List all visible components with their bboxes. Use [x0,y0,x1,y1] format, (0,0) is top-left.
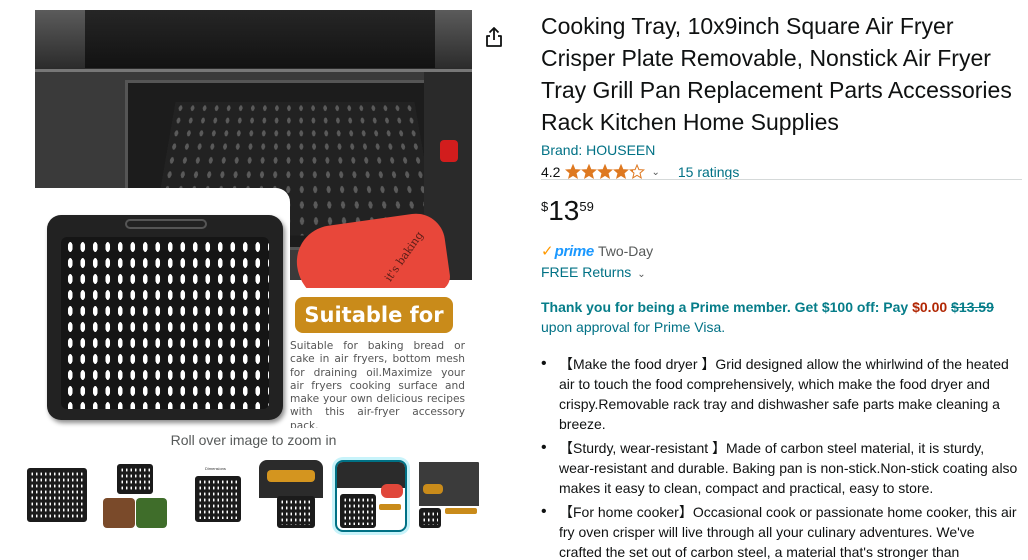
promo-lead: Thank you for being a Prime member. Get … [541,299,913,315]
star-icon [565,164,582,179]
feature-bullet: 【Make the food dryer 】Grid designed allo… [541,354,1021,434]
prime-delivery: ✓ prime Two-Day [541,242,654,261]
star-icon [613,164,630,179]
delivery-speed: Two-Day [597,243,654,259]
share-icon[interactable] [484,26,504,48]
thumbnail-2[interactable] [103,460,167,532]
thumbnail-6[interactable] [415,460,481,532]
price: $ 13 59 [541,194,594,228]
prime-visa-promo: Thank you for being a Prime member. Get … [541,297,1011,337]
chevron-down-icon[interactable]: ⌄ [651,167,659,178]
prime-visa-link[interactable]: upon approval for Prime Visa. [541,319,725,335]
returns-label: FREE Returns [541,264,632,280]
brand-link[interactable]: Brand: HOUSEEN [541,142,1021,158]
price-currency: $ [541,199,549,214]
free-returns-link[interactable]: FREE Returns ⌄ [541,264,664,280]
zoom-hint: Roll over image to zoom in [170,432,337,448]
image-description: Suitable for baking bread or cake in air… [290,340,465,428]
rating-value: 4.2 [541,164,561,180]
feature-bullet: 【Sturdy, wear-resistant 】Made of carbon … [541,438,1021,498]
prime-check-icon: ✓ [541,243,554,260]
thumbnail-4[interactable] [259,460,323,532]
thumbnail-5-selected[interactable] [335,460,407,532]
promo-original-price: $13.59 [951,299,994,315]
star-icon [597,164,614,179]
chevron-down-icon: ⌄ [637,269,646,280]
divider [541,179,1022,180]
thumbnail-3-dimensions[interactable]: Dimensions [181,460,245,532]
thumbnail-1[interactable] [25,460,89,532]
star-icon [581,164,598,179]
product-details: Cooking Tray, 10x9inch Square Air Fryer … [541,10,1021,182]
price-whole: 13 [548,195,580,226]
prime-logo: prime [554,242,595,260]
oven-knob [440,140,458,162]
ratings-count-link[interactable]: 15 ratings [678,164,739,180]
product-title: Cooking Tray, 10x9inch Square Air Fryer … [541,13,1012,135]
price-fraction: 59 [579,199,594,214]
feature-bullets: 【Make the food dryer 】Grid designed allo… [541,354,1021,560]
suitable-for-badge: Suitable for [295,297,453,333]
main-product-image[interactable]: it's baking Suitable for Suitable for ba… [35,10,472,428]
promo-pay-amount: $0.00 [912,299,948,315]
feature-bullet: 【For home cooker】Occasional cook or pass… [541,502,1021,560]
star-icon [629,164,646,179]
crisper-tray-image [47,215,283,420]
star-rating[interactable] [565,164,646,180]
